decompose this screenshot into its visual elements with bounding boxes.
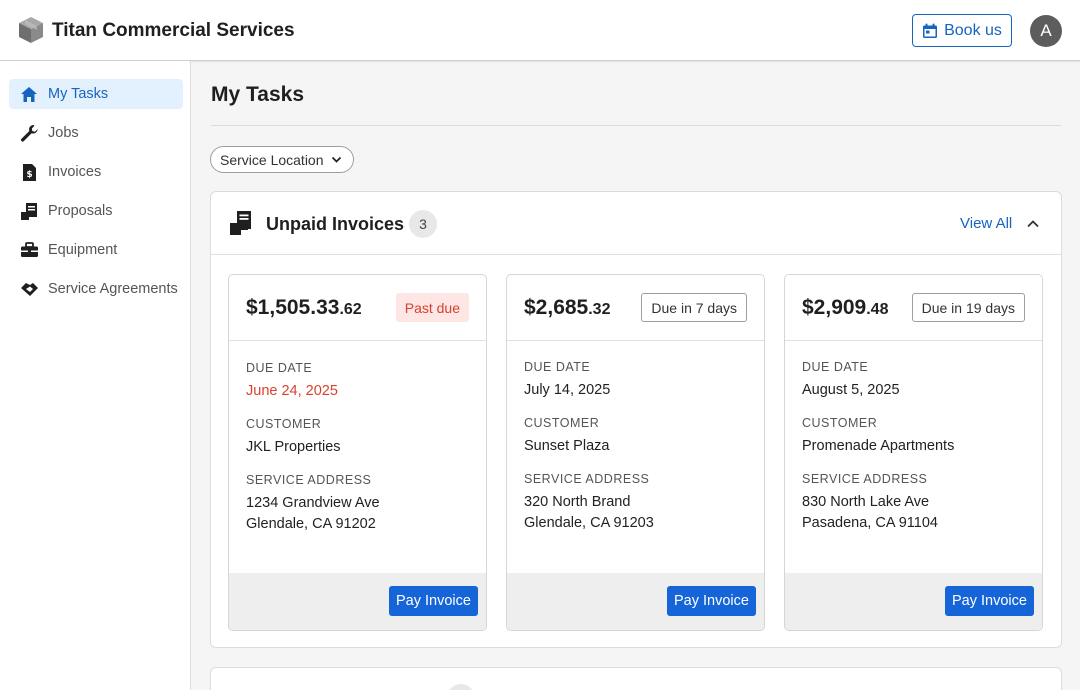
invoice-card-footer: Pay Invoice bbox=[229, 573, 486, 630]
customer-label: CUSTOMER bbox=[802, 416, 878, 430]
book-us-button[interactable]: Book us bbox=[912, 14, 1012, 47]
sidebar-item-equipment[interactable]: Equipment bbox=[9, 235, 183, 265]
address-line1: 830 North Lake Ave bbox=[802, 494, 930, 510]
unpaid-invoices-section: Unpaid Invoices 3 View All $1,505.33.62 … bbox=[210, 191, 1062, 648]
invoice-card-header: $1,505.33.62 Past due bbox=[229, 275, 486, 341]
sidebar-item-label: Equipment bbox=[48, 242, 118, 258]
count-badge: 3 bbox=[409, 210, 437, 238]
invoice-icon: $ bbox=[19, 162, 39, 182]
invoice-card: $2,685.32 Due in 7 days DUE DATE July 14… bbox=[506, 274, 765, 631]
due-date-label: DUE DATE bbox=[524, 360, 591, 374]
amount-cents: .62 bbox=[339, 301, 362, 318]
book-us-label: Book us bbox=[944, 21, 1002, 39]
customer-label: CUSTOMER bbox=[246, 417, 322, 431]
invoice-amount: $2,685.32 bbox=[524, 296, 610, 320]
service-address-label: SERVICE ADDRESS bbox=[246, 473, 372, 487]
amount-main: $2,685 bbox=[524, 296, 589, 319]
invoice-card: $2,909.48 Due in 19 days DUE DATE August… bbox=[784, 274, 1043, 631]
sidebar: My Tasks Jobs $ Invoices Proposals Equip… bbox=[0, 61, 191, 690]
address-line1: 1234 Grandview Ave bbox=[246, 495, 380, 511]
sidebar-item-proposals[interactable]: Proposals bbox=[9, 196, 183, 226]
user-avatar[interactable]: A bbox=[1030, 15, 1062, 47]
amount-main: $2,909 bbox=[802, 296, 867, 319]
page-title: My Tasks bbox=[211, 83, 304, 106]
customer-value: Promenade Apartments bbox=[802, 438, 955, 454]
invoices-stack-icon bbox=[230, 211, 251, 235]
amount-main: $1,505.33 bbox=[246, 296, 340, 319]
address-line1: 320 North Brand bbox=[524, 494, 631, 510]
invoice-card: $1,505.33.62 Past due DUE DATE June 24, … bbox=[228, 274, 487, 631]
customer-value: Sunset Plaza bbox=[524, 438, 610, 454]
address-line2: Glendale, CA 91202 bbox=[246, 516, 376, 532]
sidebar-item-my-tasks[interactable]: My Tasks bbox=[9, 79, 183, 109]
sidebar-item-jobs[interactable]: Jobs bbox=[9, 118, 183, 148]
chevron-down-icon bbox=[331, 156, 342, 163]
pay-invoice-button[interactable]: Pay Invoice bbox=[389, 586, 478, 616]
sidebar-item-label: My Tasks bbox=[48, 86, 109, 102]
sidebar-item-label: Invoices bbox=[48, 164, 102, 180]
address-line2: Pasadena, CA 91104 bbox=[802, 515, 938, 531]
invoice-card-header: $2,685.32 Due in 7 days bbox=[507, 275, 764, 341]
home-icon bbox=[19, 84, 39, 104]
handshake-icon bbox=[19, 279, 39, 299]
svg-text:$: $ bbox=[26, 170, 32, 180]
brand-name: Titan Commercial Services bbox=[52, 20, 295, 41]
filter-label: Service Location bbox=[220, 151, 324, 168]
wrench-icon bbox=[19, 123, 39, 143]
address-line2: Glendale, CA 91203 bbox=[524, 515, 654, 531]
sidebar-item-invoices[interactable]: $ Invoices bbox=[9, 157, 183, 187]
invoice-card-footer: Pay Invoice bbox=[507, 573, 764, 630]
invoice-amount: $2,909.48 bbox=[802, 296, 888, 320]
status-badge: Due in 7 days bbox=[641, 293, 747, 322]
top-bar: Titan Commercial Services Book us A bbox=[0, 0, 1080, 61]
section-header: Unpaid Invoices 3 View All bbox=[211, 192, 1061, 255]
pay-invoice-button[interactable]: Pay Invoice bbox=[667, 586, 756, 616]
sidebar-item-label: Jobs bbox=[48, 125, 79, 141]
due-date-value: July 14, 2025 bbox=[524, 382, 611, 398]
chevron-up-icon[interactable] bbox=[1026, 217, 1040, 231]
service-address-label: SERVICE ADDRESS bbox=[524, 472, 650, 486]
next-section-collapsed bbox=[210, 667, 1062, 690]
view-all-link[interactable]: View All bbox=[960, 215, 1012, 232]
due-date-value: August 5, 2025 bbox=[802, 382, 900, 398]
customer-label: CUSTOMER bbox=[524, 416, 600, 430]
pay-invoice-button[interactable]: Pay Invoice bbox=[945, 586, 1034, 616]
cube-logo-icon bbox=[19, 17, 43, 43]
status-badge: Due in 19 days bbox=[911, 293, 1025, 322]
invoice-card-header: $2,909.48 Due in 19 days bbox=[785, 275, 1042, 341]
invoice-card-footer: Pay Invoice bbox=[785, 573, 1042, 630]
sidebar-item-label: Service Agreements bbox=[48, 281, 178, 297]
count-badge bbox=[447, 684, 475, 690]
sidebar-item-label: Proposals bbox=[48, 203, 113, 219]
status-badge: Past due bbox=[395, 293, 469, 322]
due-date-label: DUE DATE bbox=[246, 361, 313, 375]
amount-cents: .32 bbox=[588, 301, 611, 318]
service-address-label: SERVICE ADDRESS bbox=[802, 472, 928, 486]
invoice-amount: $1,505.33.62 bbox=[246, 296, 362, 320]
customer-value: JKL Properties bbox=[246, 439, 341, 455]
due-date-value: June 24, 2025 bbox=[246, 383, 338, 399]
sidebar-item-service-agreements[interactable]: Service Agreements bbox=[9, 274, 183, 304]
section-title: Unpaid Invoices bbox=[266, 214, 405, 234]
amount-cents: .48 bbox=[866, 301, 889, 318]
due-date-label: DUE DATE bbox=[802, 360, 869, 374]
proposals-icon bbox=[19, 201, 39, 221]
main-content: My Tasks Service Location Unpaid Invoice… bbox=[192, 61, 1080, 690]
divider bbox=[211, 125, 1061, 126]
toolbox-icon bbox=[19, 240, 39, 260]
calendar-icon bbox=[923, 23, 938, 38]
service-location-filter[interactable]: Service Location bbox=[210, 146, 354, 173]
section-icon bbox=[231, 686, 251, 690]
